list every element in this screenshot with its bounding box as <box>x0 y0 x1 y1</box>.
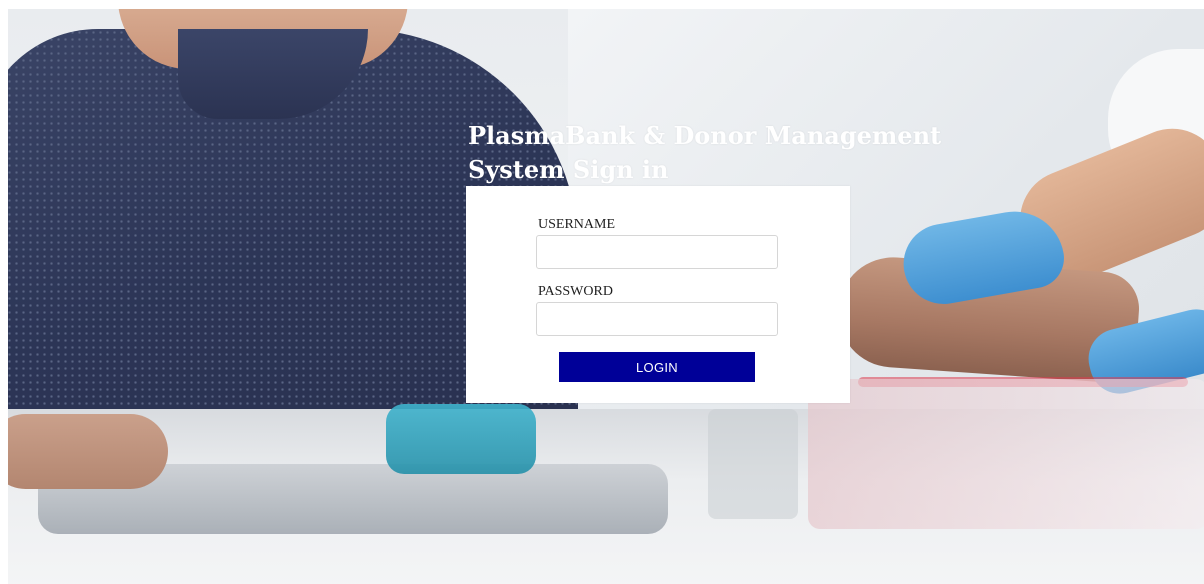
glass-vial <box>708 409 798 519</box>
username-label: USERNAME <box>538 217 616 232</box>
sample-tubes <box>808 379 1204 529</box>
login-panel: USERNAME PASSWORD LOGIN <box>466 186 850 403</box>
donor-hand <box>8 414 168 489</box>
password-label: PASSWORD <box>538 284 613 299</box>
username-input[interactable] <box>536 235 778 269</box>
title-line-2: System Sign in <box>468 155 669 184</box>
page-title: PlasmaBank & Donor Management System Sig… <box>468 119 988 187</box>
blue-cap <box>386 404 536 474</box>
title-line-1: PlasmaBank & Donor Management <box>468 121 942 150</box>
password-input[interactable] <box>536 302 778 336</box>
login-button[interactable]: LOGIN <box>559 352 755 382</box>
login-page: PlasmaBank & Donor Management System Sig… <box>8 9 1204 584</box>
